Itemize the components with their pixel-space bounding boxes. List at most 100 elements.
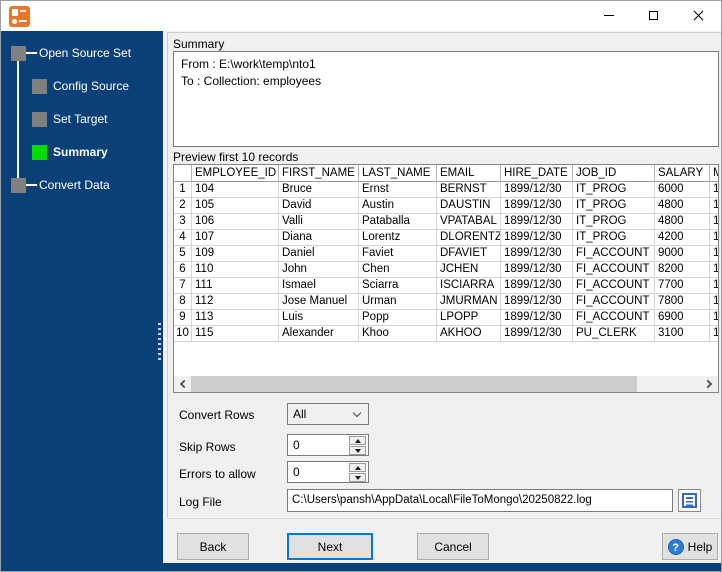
step-marker-square: [11, 46, 26, 61]
log-file-browse-button[interactable]: [678, 489, 701, 512]
scroll-left-button[interactable]: [174, 376, 191, 392]
back-button[interactable]: Back: [177, 533, 249, 560]
step-label: Summary: [53, 145, 108, 159]
column-header[interactable]: EMPLOYEE_ID: [192, 165, 279, 182]
question-mark-circle-icon: ?: [667, 538, 684, 555]
step-marker-square: [32, 79, 47, 94]
table-row[interactable]: 2 105 David Austin DAUSTIN 1899/12/30 IT_PROG 4…: [174, 198, 718, 214]
convert-rows-selected-value: All: [293, 407, 307, 421]
table-cell: JMURMAN: [437, 294, 501, 310]
skip-rows-value: 0: [293, 438, 300, 452]
table-cell: 1899/12/30: [501, 246, 573, 262]
table-row[interactable]: 9 113 Luis Popp LPOPP 1899/12/30 FI_ACCOUNT 690…: [174, 310, 718, 326]
summary-text-box[interactable]: From : E:\work\temp\nto1 To : Collection…: [173, 51, 719, 147]
sidebar-step-config-source[interactable]: Config Source: [32, 79, 129, 94]
chevron-down-icon: [352, 408, 362, 418]
table-cell: 109: [192, 246, 279, 262]
table-cell: 103: [710, 182, 718, 198]
table-cell: 2: [174, 198, 192, 214]
column-header[interactable]: SALARY: [655, 165, 710, 182]
table-row[interactable]: 10 115 Alexander Khoo AKHOO 1899/12/30 PU_CLER…: [174, 326, 718, 342]
table-row[interactable]: 5 109 Daniel Faviet DFAVIET 1899/12/30 FI_ACCO…: [174, 246, 718, 262]
spin-down-button[interactable]: [349, 473, 366, 482]
table-cell: 5: [174, 246, 192, 262]
table-cell: 1899/12/30: [501, 294, 573, 310]
table-cell: Faviet: [359, 246, 437, 262]
table-row[interactable]: 8 112 Jose Manuel Urman JMURMAN 1899/12/30 FI_…: [174, 294, 718, 310]
step-label: Config Source: [53, 79, 130, 93]
table-cell: 104: [192, 182, 279, 198]
horizontal-scrollbar[interactable]: [174, 376, 718, 392]
table-cell: 3: [174, 214, 192, 230]
table-cell: 1899/12/30: [501, 182, 573, 198]
summary-section-label: Summary: [173, 37, 225, 51]
step-label: Open Source Set: [39, 46, 132, 60]
cancel-button[interactable]: Cancel: [417, 533, 489, 560]
errors-to-allow-label: Errors to allow: [179, 467, 256, 481]
help-button[interactable]: ? Help: [662, 533, 718, 560]
column-header[interactable]: JOB_ID: [573, 165, 655, 182]
table-cell: Luis: [279, 310, 359, 326]
table-cell: IT_PROG: [573, 214, 655, 230]
table-cell: 103: [710, 198, 718, 214]
table-cell: Chen: [359, 262, 437, 278]
spin-up-button[interactable]: [349, 436, 366, 445]
column-header[interactable]: FIRST_NAME: [279, 165, 359, 182]
log-file-input[interactable]: C:\Users\pansh\AppData\Local\FileToMongo…: [287, 489, 673, 512]
table-cell: 7800: [655, 294, 710, 310]
table-cell: Urman: [359, 294, 437, 310]
scroll-right-button[interactable]: [701, 376, 718, 392]
table-cell: 107: [192, 230, 279, 246]
spin-up-button[interactable]: [349, 463, 366, 472]
sidebar-step-convert-data[interactable]: Convert Data: [11, 178, 110, 193]
sidebar-step-summary[interactable]: Summary: [32, 145, 108, 160]
table-cell: Popp: [359, 310, 437, 326]
table-cell: JCHEN: [437, 262, 501, 278]
table-cell: Bruce: [279, 182, 359, 198]
table-row[interactable]: 4 107 Diana Lorentz DLORENTZ 1899/12/30 IT_PRO…: [174, 230, 718, 246]
table-cell: AKHOO: [437, 326, 501, 342]
column-header[interactable]: HIRE_DATE: [501, 165, 573, 182]
table-cell: Austin: [359, 198, 437, 214]
column-header[interactable]: MANAGER_ID: [710, 165, 718, 182]
table-row[interactable]: 3 106 Valli Pataballa VPATABAL 1899/12/30 IT_P…: [174, 214, 718, 230]
maximize-icon: [649, 11, 658, 20]
table-cell: 112: [192, 294, 279, 310]
table-cell: IT_PROG: [573, 198, 655, 214]
errors-to-allow-stepper[interactable]: 0: [287, 461, 369, 483]
skip-rows-stepper[interactable]: 0: [287, 434, 369, 456]
scrollbar-thumb[interactable]: [191, 376, 637, 392]
table-cell: 7: [174, 278, 192, 294]
table-row[interactable]: 6 110 John Chen JCHEN 1899/12/30 FI_ACCOUNT 820…: [174, 262, 718, 278]
title-bar: [1, 1, 721, 31]
table-cell: 10: [174, 326, 192, 342]
convert-rows-select[interactable]: All: [287, 403, 369, 425]
step-marker-square: [32, 112, 47, 127]
table-cell: 6: [174, 262, 192, 278]
table-cell: 4: [174, 230, 192, 246]
spin-down-button[interactable]: [349, 446, 366, 455]
caption-buttons: [586, 1, 721, 30]
column-header[interactable]: [174, 165, 192, 182]
column-header[interactable]: EMAIL: [437, 165, 501, 182]
table-cell: 8200: [655, 262, 710, 278]
skip-rows-label: Skip Rows: [179, 440, 236, 454]
sidebar-splitter-handle[interactable]: [158, 323, 161, 361]
column-header[interactable]: LAST_NAME: [359, 165, 437, 182]
table-cell: Daniel: [279, 246, 359, 262]
table-cell: 108: [710, 310, 718, 326]
sidebar-step-set-target[interactable]: Set Target: [32, 112, 107, 127]
table-header-row: EMPLOYEE_ID FIRST_NAME LAST_NAME EMAIL HIRE_…: [174, 165, 718, 182]
next-button[interactable]: Next: [287, 533, 373, 560]
minimize-button[interactable]: [586, 1, 631, 30]
maximize-button[interactable]: [631, 1, 676, 30]
table-cell: IT_PROG: [573, 182, 655, 198]
table-cell: 108: [710, 294, 718, 310]
sidebar-step-open-source-set[interactable]: Open Source Set: [11, 46, 131, 61]
table-row[interactable]: 1 104 Bruce Ernst BERNST 1899/12/30 IT_PROG 600…: [174, 182, 718, 198]
close-button[interactable]: [676, 1, 721, 30]
close-icon: [693, 10, 704, 21]
table-row[interactable]: 7 111 Ismael Sciarra ISCIARRA 1899/12/30 FI_AC…: [174, 278, 718, 294]
log-file-label: Log File: [179, 495, 222, 509]
table-cell: FI_ACCOUNT: [573, 278, 655, 294]
